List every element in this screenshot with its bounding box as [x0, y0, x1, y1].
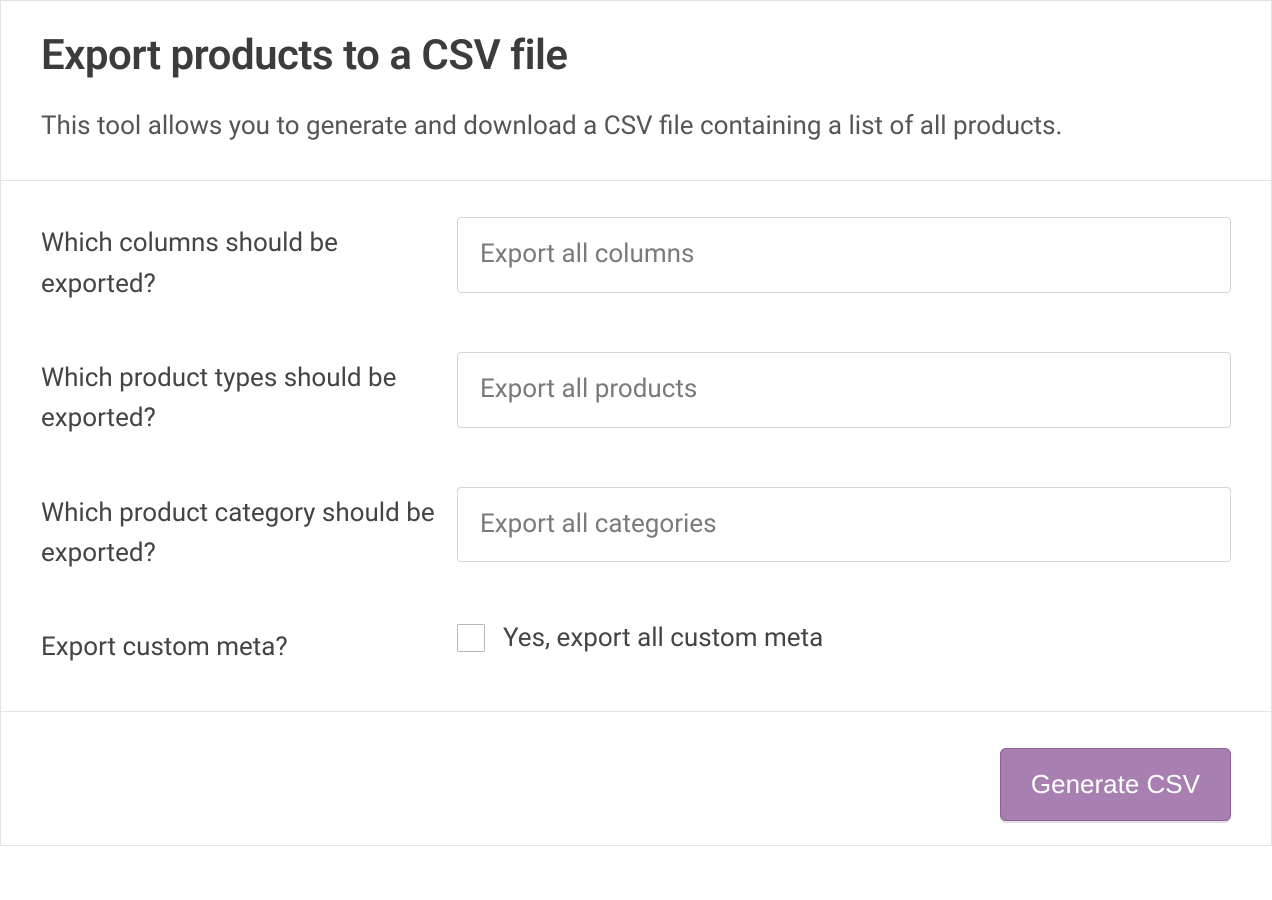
select-product-category[interactable]: Export all categories [457, 487, 1231, 563]
label-product-types: Which product types should be exported? [41, 352, 457, 439]
control-custom-meta: Yes, export all custom meta [457, 621, 1231, 653]
export-products-panel: Export products to a CSV file This tool … [0, 0, 1272, 846]
control-product-category: Export all categories [457, 487, 1231, 563]
label-custom-meta: Export custom meta? [41, 621, 457, 667]
panel-footer: Generate CSV [1, 712, 1271, 845]
select-columns[interactable]: Export all columns [457, 217, 1231, 293]
row-product-types: Which product types should be exported? … [41, 352, 1231, 439]
checkbox-label-custom-meta: Yes, export all custom meta [503, 623, 823, 653]
checkbox-row-custom-meta: Yes, export all custom meta [457, 621, 1231, 653]
panel-body: Which columns should be exported? Export… [1, 181, 1271, 712]
label-columns: Which columns should be exported? [41, 217, 457, 304]
row-columns: Which columns should be exported? Export… [41, 217, 1231, 304]
checkbox-custom-meta[interactable] [457, 624, 485, 652]
panel-header: Export products to a CSV file This tool … [1, 1, 1271, 181]
control-columns: Export all columns [457, 217, 1231, 293]
control-product-types: Export all products [457, 352, 1231, 428]
select-product-types[interactable]: Export all products [457, 352, 1231, 428]
generate-csv-button[interactable]: Generate CSV [1000, 748, 1231, 821]
row-custom-meta: Export custom meta? Yes, export all cust… [41, 621, 1231, 667]
page-title: Export products to a CSV file [41, 31, 1231, 80]
label-product-category: Which product category should be exporte… [41, 487, 457, 574]
page-description: This tool allows you to generate and dow… [41, 108, 1231, 144]
row-product-category: Which product category should be exporte… [41, 487, 1231, 574]
